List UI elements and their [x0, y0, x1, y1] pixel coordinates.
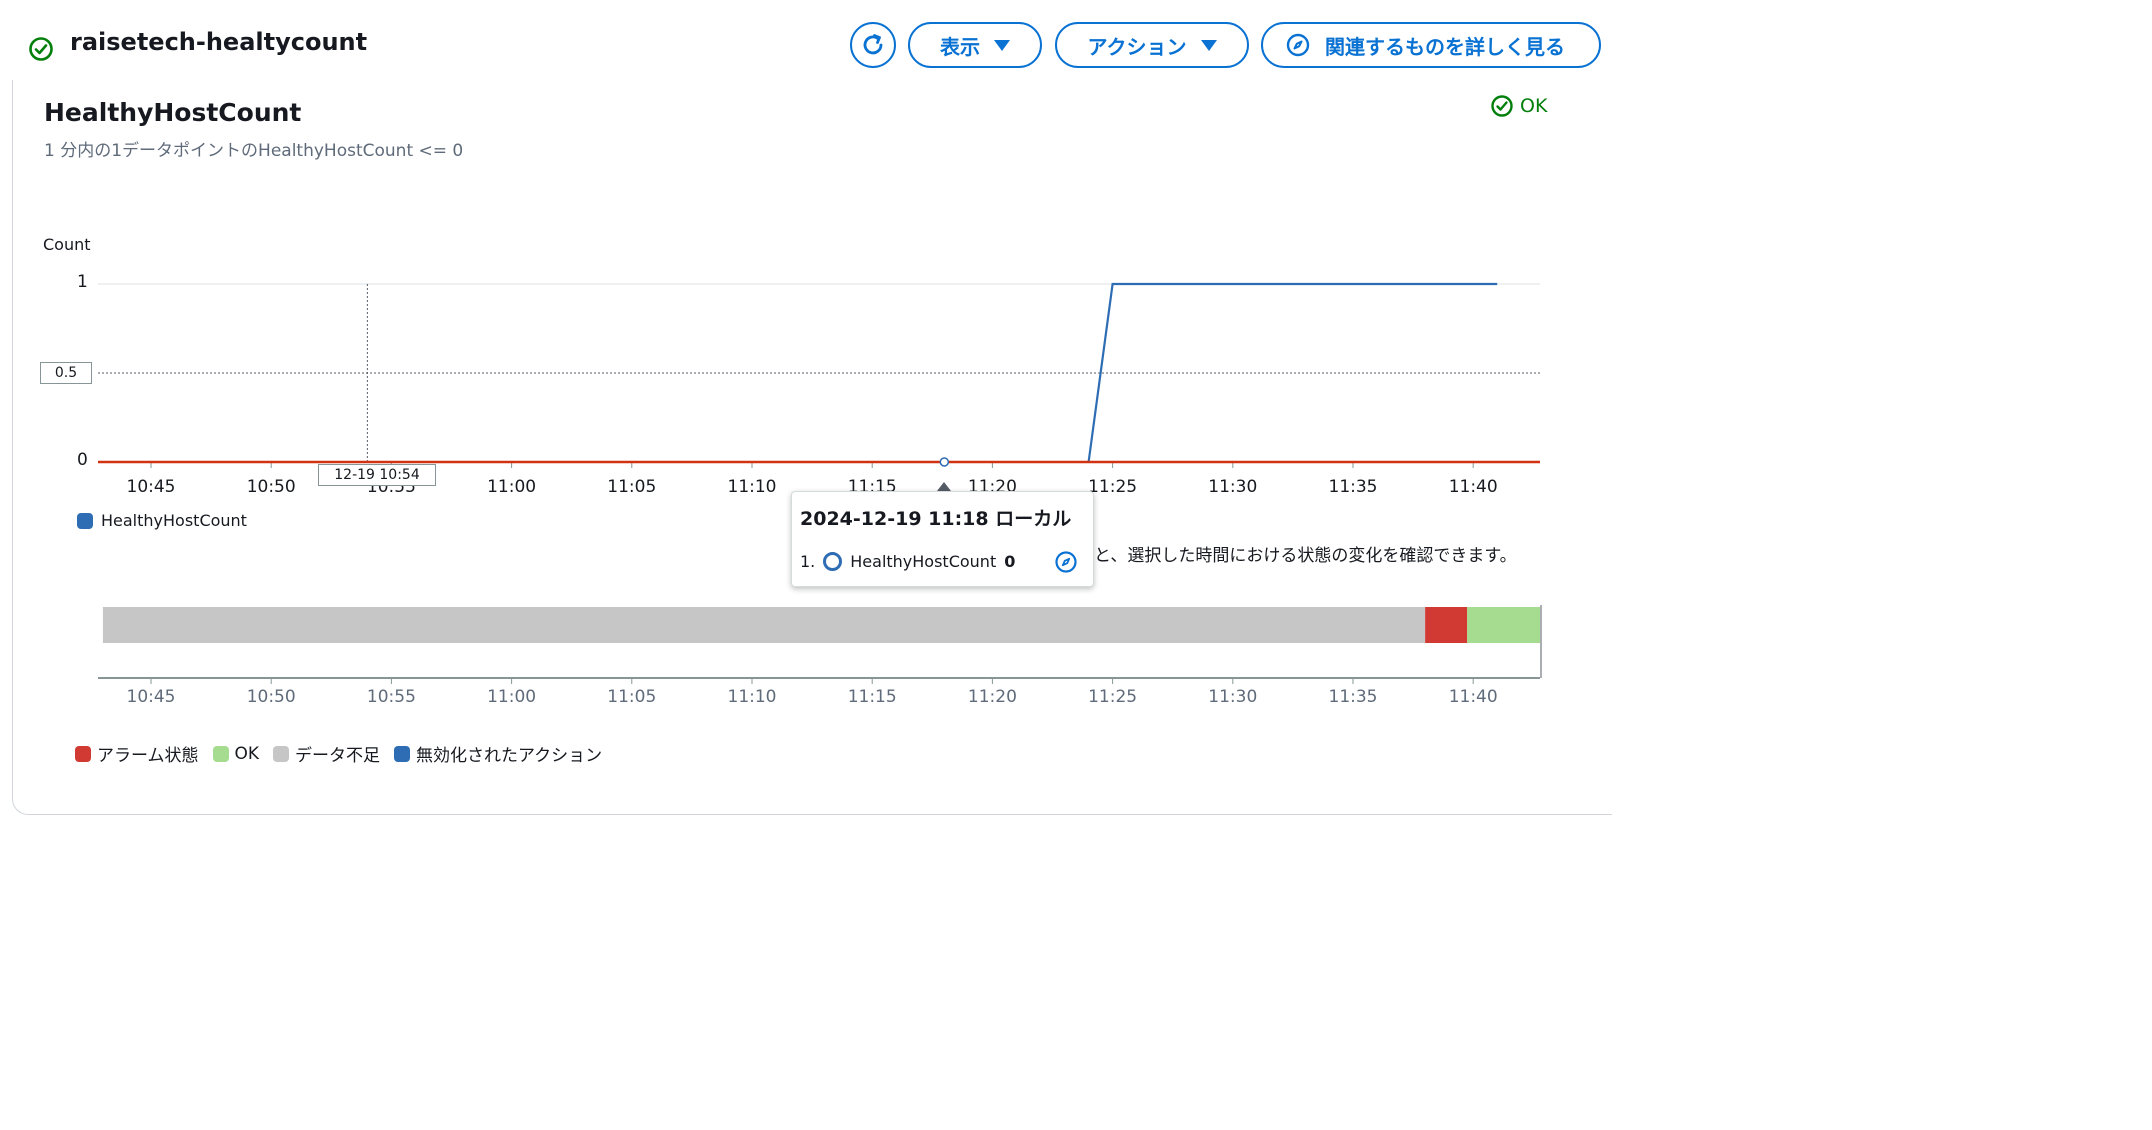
hint-text: と、選択した時間における状態の変化を確認できます。: [1094, 546, 1517, 566]
timeline-x-tick-label: 11:40: [1448, 687, 1498, 707]
data-point-tooltip: 2024-12-19 11:18 ローカル 1. HealthyHostCoun…: [791, 491, 1094, 587]
legend-item: 無効化されたアクション: [394, 741, 602, 766]
tooltip-row: 1. HealthyHostCount 0: [800, 552, 1015, 571]
timeline-x-tick-label: 10:45: [126, 687, 176, 707]
cursor-time-label: 12-19 10:54: [318, 464, 436, 486]
timeline-x-tick-label: 11:25: [1088, 687, 1138, 707]
data-point-marker: [939, 457, 950, 467]
legend-label: 無効化されたアクション: [416, 746, 603, 766]
timeline-x-tick-label: 11:35: [1328, 687, 1378, 707]
tooltip-value: 0: [1004, 552, 1016, 571]
metric-line-chart[interactable]: [0, 0, 1568, 520]
legend-label: OK: [234, 743, 260, 764]
x-tick-label: 11:30: [1208, 477, 1258, 497]
legend-label: アラーム状態: [97, 746, 199, 766]
legend-label: データ不足: [295, 746, 381, 766]
legend-swatch: [273, 745, 290, 762]
state-segment: [1425, 607, 1468, 643]
tooltip-pointer: [937, 482, 951, 491]
legend-swatch: [212, 745, 229, 762]
series-marker-icon: [823, 552, 843, 571]
x-tick-label: 11:00: [487, 477, 537, 497]
state-legend: アラーム状態 OK データ不足 無効化されたアクション: [75, 741, 602, 766]
legend-swatch: [77, 512, 93, 529]
legend-swatch: [75, 745, 91, 762]
tooltip-title: 2024-12-19 11:18 ローカル: [800, 508, 1072, 530]
state-segment: [102, 607, 1426, 643]
x-tick-label: 10:50: [246, 477, 296, 497]
x-tick-label: 11:10: [727, 477, 777, 497]
timeline-x-tick-label: 11:05: [607, 687, 657, 707]
x-tick-label: 11:25: [1088, 477, 1138, 497]
x-tick-label: 11:40: [1448, 477, 1498, 497]
alarm-state-timeline[interactable]: [0, 600, 1568, 690]
legend-item: データ不足: [273, 741, 380, 766]
legend-swatch: [394, 745, 411, 762]
x-tick-label: 10:45: [126, 477, 176, 497]
tooltip-index: 1.: [800, 552, 816, 571]
timeline-x-tick-label: 11:00: [487, 687, 537, 707]
legend-label: HealthyHostCount: [101, 511, 247, 530]
timeline-x-tick-label: 11:10: [727, 687, 777, 707]
timeline-x-tick-label: 11:30: [1208, 687, 1258, 707]
timeline-x-tick-label: 11:20: [967, 687, 1017, 707]
compass-icon[interactable]: [1054, 550, 1078, 574]
x-tick-label: 11:35: [1328, 477, 1378, 497]
timeline-x-tick-label: 10:50: [246, 687, 296, 707]
timeline-x-tick-label: 10:55: [366, 687, 416, 707]
legend-item: OK: [212, 743, 260, 764]
state-segment: [1467, 607, 1540, 643]
chart-legend[interactable]: HealthyHostCount: [77, 511, 247, 530]
timeline-x-tick-label: 11:15: [847, 687, 897, 707]
tooltip-series-name: HealthyHostCount: [850, 552, 997, 571]
legend-item: アラーム状態: [75, 741, 199, 766]
x-tick-label: 11:05: [607, 477, 657, 497]
